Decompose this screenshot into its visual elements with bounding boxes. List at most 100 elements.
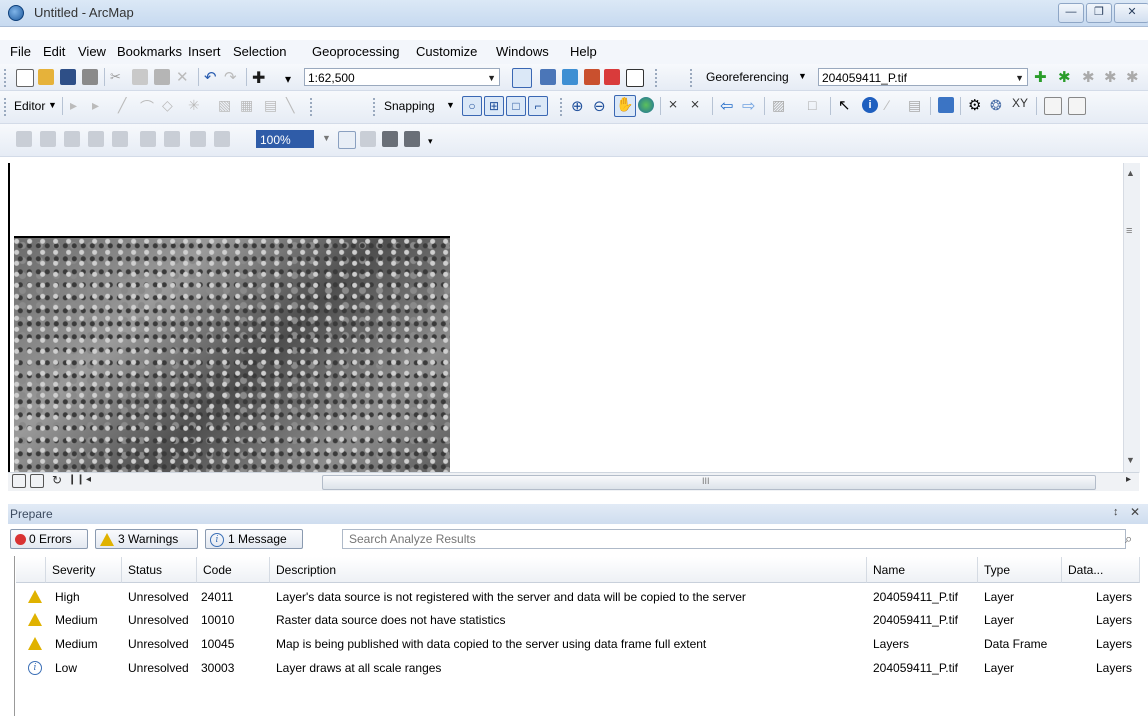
auto-registration-icon[interactable]: ✱ bbox=[1058, 68, 1074, 86]
edge-snapping-icon[interactable]: ⌐ bbox=[528, 96, 548, 116]
map-scale-combobox[interactable]: 1:62,500 ▼ bbox=[304, 68, 500, 86]
editor-menu[interactable]: Editor bbox=[14, 99, 45, 113]
georeferencing-menu[interactable]: Georeferencing bbox=[706, 70, 789, 84]
select-elements-icon[interactable]: ↖ bbox=[838, 96, 854, 114]
layout-pan-icon[interactable] bbox=[64, 131, 80, 147]
open-folder-icon[interactable] bbox=[38, 69, 54, 85]
edit-annotation-icon[interactable]: ▸ bbox=[92, 97, 108, 113]
pause-drawing-icon[interactable]: ❙❙ bbox=[68, 474, 85, 485]
end-snapping-icon[interactable]: ⊞ bbox=[484, 96, 504, 116]
row-description[interactable]: Map is being published with data copied … bbox=[276, 635, 706, 653]
menu-help[interactable]: Help bbox=[570, 44, 597, 59]
column-header-status[interactable]: Status bbox=[122, 557, 197, 583]
edit-tool-icon[interactable]: ▸ bbox=[70, 97, 86, 113]
menu-customize[interactable]: Customize bbox=[416, 44, 477, 59]
toolbar-grip[interactable] bbox=[4, 69, 9, 87]
chevron-down-icon[interactable]: ▼ bbox=[48, 100, 57, 110]
menu-edit[interactable]: Edit bbox=[43, 44, 65, 59]
row-description[interactable]: Raster data source does not have statist… bbox=[276, 611, 505, 629]
add-control-points-icon[interactable]: ✚ bbox=[1034, 68, 1050, 86]
chevron-down-icon[interactable]: ▼ bbox=[446, 100, 455, 110]
fixed-zoom-out-icon[interactable]: ⨯ bbox=[690, 97, 706, 113]
row-description[interactable]: Layer draws at all scale ranges bbox=[276, 659, 441, 677]
search-window-icon[interactable] bbox=[584, 69, 600, 85]
column-header-name[interactable]: Name bbox=[867, 557, 978, 583]
hyperlink-icon[interactable]: ∕ bbox=[886, 97, 902, 113]
reshape-feature-icon[interactable]: ▦ bbox=[240, 97, 256, 113]
scroll-grip-icon[interactable]: ≡ bbox=[1126, 225, 1132, 237]
column-header-description[interactable]: Description bbox=[270, 557, 867, 583]
zoom-to-link-icon[interactable]: ✱ bbox=[1104, 68, 1120, 86]
data-driven-pages-icon[interactable] bbox=[404, 131, 420, 147]
cut-icon[interactable]: ✂ bbox=[110, 69, 126, 85]
focus-data-frame-icon[interactable] bbox=[360, 131, 376, 147]
toolbar-grip[interactable] bbox=[4, 98, 9, 116]
end-point-arc-icon[interactable]: ⌒ bbox=[140, 97, 156, 115]
close-panel-icon[interactable]: ✕ bbox=[1130, 505, 1140, 519]
chevron-down-icon[interactable]: ▼ bbox=[322, 133, 331, 143]
icon-column-header[interactable] bbox=[16, 557, 46, 583]
paste-icon[interactable] bbox=[154, 69, 170, 85]
redo-icon[interactable]: ↷ bbox=[224, 68, 240, 86]
zoom-out-icon[interactable]: ⊖ bbox=[593, 97, 609, 115]
find-binoculars-icon[interactable]: ⚙ bbox=[968, 96, 984, 114]
editor-toolbar-icon[interactable] bbox=[512, 68, 532, 88]
toolbar-grip[interactable] bbox=[560, 98, 565, 116]
fixed-zoom-in-layout-icon[interactable] bbox=[140, 131, 156, 147]
select-features-icon[interactable]: ▨ bbox=[772, 97, 788, 113]
search-icon[interactable]: ⌕ bbox=[1125, 531, 1132, 547]
toggle-draft-mode-icon[interactable] bbox=[338, 131, 356, 149]
edit-vertices-icon[interactable]: ▧ bbox=[218, 97, 234, 113]
clear-selection-icon[interactable]: □ bbox=[808, 97, 824, 113]
map-vertical-scrollbar[interactable] bbox=[1123, 163, 1140, 473]
minimize-button[interactable]: — bbox=[1058, 3, 1084, 23]
column-header-severity[interactable]: Severity bbox=[46, 557, 122, 583]
layout-view-icon[interactable] bbox=[30, 474, 44, 488]
html-popup-icon[interactable]: ▤ bbox=[908, 97, 924, 113]
create-viewer-window-icon[interactable] bbox=[1068, 97, 1086, 115]
menu-view[interactable]: View bbox=[78, 44, 106, 59]
go-to-xy-icon[interactable]: XY bbox=[1012, 96, 1028, 112]
measure-icon[interactable] bbox=[938, 97, 954, 113]
select-link-icon[interactable]: ✱ bbox=[1082, 68, 1098, 86]
layout-zoom-combobox[interactable]: 100% bbox=[256, 130, 314, 148]
delete-icon[interactable]: ✕ bbox=[176, 68, 192, 86]
row-description[interactable]: Layer's data source is not registered wi… bbox=[276, 588, 746, 606]
find-route-icon[interactable]: ❂ bbox=[990, 97, 1006, 113]
back-arrow-icon[interactable]: ⇦ bbox=[720, 96, 736, 115]
warnings-filter-button[interactable]: 3 Warnings bbox=[95, 529, 198, 549]
python-window-icon[interactable] bbox=[626, 69, 644, 87]
menu-bookmarks[interactable]: Bookmarks bbox=[117, 44, 182, 59]
column-header-type[interactable]: Type bbox=[978, 557, 1062, 583]
add-data-dropdown[interactable]: ▾ bbox=[282, 70, 304, 88]
chevron-down-icon[interactable]: ▾ bbox=[428, 136, 433, 147]
scroll-up-arrow-icon[interactable]: ▲ bbox=[1126, 168, 1135, 178]
table-of-contents-icon[interactable] bbox=[540, 69, 556, 85]
layout-back-icon[interactable] bbox=[190, 131, 206, 147]
point-icon[interactable]: ✳ bbox=[188, 97, 204, 113]
data-view-icon[interactable] bbox=[12, 474, 26, 488]
refresh-icon[interactable]: ↻ bbox=[52, 473, 62, 487]
menu-windows[interactable]: Windows bbox=[496, 44, 549, 59]
fixed-zoom-out-layout-icon[interactable] bbox=[164, 131, 180, 147]
layout-forward-icon[interactable] bbox=[214, 131, 230, 147]
identify-icon[interactable]: i bbox=[862, 97, 878, 113]
menu-insert[interactable]: Insert bbox=[188, 44, 221, 59]
add-data-icon[interactable]: ✚ bbox=[252, 68, 268, 87]
straight-segment-icon[interactable]: ╱ bbox=[118, 97, 134, 113]
change-layout-icon[interactable] bbox=[382, 131, 398, 147]
search-analyze-results-input[interactable] bbox=[342, 529, 1126, 549]
full-extent-icon[interactable] bbox=[638, 97, 654, 113]
layout-zoom-in-icon[interactable] bbox=[16, 131, 32, 147]
undo-icon[interactable]: ↶ bbox=[204, 68, 220, 86]
zoom-100-percent-icon[interactable] bbox=[112, 131, 128, 147]
layout-zoom-out-icon[interactable] bbox=[40, 131, 56, 147]
fixed-zoom-in-icon[interactable]: ⨯ bbox=[668, 97, 684, 113]
toolbar-grip[interactable] bbox=[690, 69, 695, 87]
menu-selection[interactable]: Selection bbox=[233, 44, 286, 59]
zoom-whole-page-icon[interactable] bbox=[88, 131, 104, 147]
column-header-code[interactable]: Code bbox=[197, 557, 270, 583]
scroll-right-arrow-icon[interactable]: ▸ bbox=[1126, 474, 1131, 485]
zoom-in-icon[interactable]: ⊕ bbox=[571, 97, 587, 115]
menu-file[interactable]: File bbox=[10, 44, 31, 59]
